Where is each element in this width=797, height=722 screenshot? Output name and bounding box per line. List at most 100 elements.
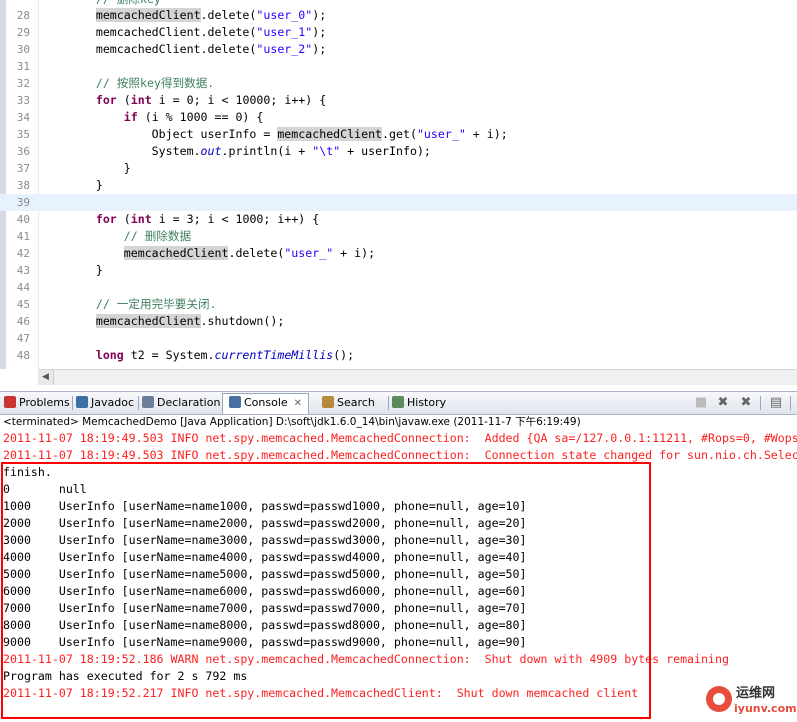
line-number: 29: [16, 26, 30, 39]
watermark-logo-icon: [706, 686, 732, 712]
line-number: 47: [16, 332, 30, 345]
console-log-line: 2011-11-07 18:19:49.503 INFO net.spy.mem…: [3, 448, 797, 462]
console-output-line: 8000 UserInfo [userName=name8000, passwd…: [3, 618, 527, 632]
toolbar-separator: [760, 396, 761, 410]
line-number: 41: [16, 230, 30, 243]
console-icon: [229, 396, 241, 408]
line-number: 32: [16, 77, 30, 90]
code-text: memcachedClient.delete("user_0");: [95, 8, 327, 22]
tab-separator: [388, 396, 389, 410]
tab-javadoc[interactable]: Javadoc: [76, 394, 134, 412]
code-text: }: [40, 161, 131, 175]
terminate-icon[interactable]: ■: [693, 395, 709, 411]
code-text: if (i % 1000 == 0) {: [123, 110, 264, 124]
console-output-line: 7000 UserInfo [userName=name7000, passwd…: [3, 601, 527, 615]
code-line[interactable]: 34 if (i % 1000 == 0) {: [0, 109, 797, 126]
code-line[interactable]: 37 }: [0, 160, 797, 177]
code-line[interactable]: 35 Object userInfo = memcachedClient.get…: [0, 126, 797, 143]
code-line[interactable]: 46 memcachedClient.shutdown();: [0, 313, 797, 330]
declaration-icon: [142, 396, 154, 408]
tab-search[interactable]: Search: [322, 394, 375, 412]
code-line[interactable]: 44: [0, 279, 797, 296]
code-line[interactable]: 38 }: [0, 177, 797, 194]
code-editor[interactable]: // 删除key28 memcachedClient.delete("user_…: [0, 0, 797, 369]
javadoc-icon: [76, 396, 88, 408]
code-line[interactable]: 42 memcachedClient.delete("user_" + i);: [0, 245, 797, 262]
views-tab-bar: Problems Javadoc Declaration Console ✕ Search…: [0, 391, 797, 415]
tab-separator: [138, 396, 139, 410]
line-number: 39: [16, 196, 30, 209]
search-icon: [322, 396, 334, 408]
tab-history[interactable]: History: [392, 394, 446, 412]
console-output-line: 6000 UserInfo [userName=name6000, passwd…: [3, 584, 527, 598]
console-launch-label: <terminated> MemcachedDemo [Java Applica…: [3, 416, 581, 428]
code-line[interactable]: 32 // 按照key得到数据.: [0, 75, 797, 92]
code-text: System.out.println(i + "\t" + userInfo);: [40, 144, 431, 158]
code-line[interactable]: 29 memcachedClient.delete("user_1");: [0, 24, 797, 41]
tab-problems[interactable]: Problems: [4, 394, 70, 412]
code-line[interactable]: 36 System.out.println(i + "\t" + userInf…: [0, 143, 797, 160]
code-line[interactable]: 33 for (int i = 0; i < 10000; i++) {: [0, 92, 797, 109]
console-output-line: 1000 UserInfo [userName=name1000, passwd…: [3, 499, 527, 513]
scroll-left-button[interactable]: ◀: [38, 370, 54, 385]
console-output-line: Program has executed for 2 s 792 ms: [3, 669, 248, 683]
tab-label: Javadoc: [91, 396, 134, 409]
horizontal-scrollbar[interactable]: ◀: [38, 369, 797, 385]
line-number: 48: [16, 349, 30, 362]
console-log-line: 2011-11-07 18:19:52.217 INFO net.spy.mem…: [3, 686, 639, 700]
console-output-line: 3000 UserInfo [userName=name3000, passwd…: [3, 533, 527, 547]
line-number: 31: [16, 60, 30, 73]
code-text: // 删除数据: [123, 229, 192, 243]
code-text: memcachedClient.delete("user_" + i);: [123, 246, 376, 260]
problems-icon: [4, 396, 16, 408]
code-line[interactable]: 30 memcachedClient.delete("user_2");: [0, 41, 797, 58]
code-line[interactable]: 39: [0, 194, 797, 211]
line-number: 35: [16, 128, 30, 141]
code-text: }: [40, 263, 103, 277]
line-number: 28: [16, 9, 30, 22]
line-number: 34: [16, 111, 30, 124]
code-line[interactable]: 28 memcachedClient.delete("user_0");: [0, 7, 797, 24]
remove-all-launches-icon[interactable]: ✖: [738, 395, 754, 411]
console-log-line: 2011-11-07 18:19:49.503 INFO net.spy.mem…: [3, 431, 797, 445]
code-text: long t2 = System.currentTimeMillis();: [95, 348, 355, 362]
line-number: 38: [16, 179, 30, 192]
code-line[interactable]: 41 // 删除数据: [0, 228, 797, 245]
code-line[interactable]: 43 }: [0, 262, 797, 279]
close-icon[interactable]: ✕: [294, 398, 302, 409]
watermark-url: iyunv.com: [734, 702, 797, 715]
clear-console-icon[interactable]: ▤: [768, 395, 784, 411]
line-number: 46: [16, 315, 30, 328]
line-number: 30: [16, 43, 30, 56]
console-output-line: 5000 UserInfo [userName=name5000, passwd…: [3, 567, 527, 581]
code-line[interactable]: 45 // 一定用完毕要关闭.: [0, 296, 797, 313]
line-number: 43: [16, 264, 30, 277]
tab-label: Declaration: [157, 396, 221, 409]
code-line[interactable]: 47: [0, 330, 797, 347]
console-output[interactable]: 2011-11-07 18:19:49.503 INFO net.spy.mem…: [0, 430, 797, 722]
history-icon: [392, 396, 404, 408]
line-number: 37: [16, 162, 30, 175]
code-line[interactable]: 48 long t2 = System.currentTimeMillis();: [0, 347, 797, 364]
code-text: memcachedClient.shutdown();: [95, 314, 285, 328]
code-text: // 一定用完毕要关闭.: [95, 297, 217, 311]
code-text: Object userInfo = memcachedClient.get("u…: [40, 127, 508, 141]
line-number: 33: [16, 94, 30, 107]
tab-console[interactable]: Console ✕: [222, 393, 310, 414]
remove-launch-icon[interactable]: ✖: [715, 395, 731, 411]
tab-declaration[interactable]: Declaration: [142, 394, 220, 412]
code-text: memcachedClient.delete("user_2");: [40, 42, 327, 56]
console-output-line: 9000 UserInfo [userName=name9000, passwd…: [3, 635, 527, 649]
code-line[interactable]: 31: [0, 58, 797, 75]
code-text: for (int i = 3; i < 1000; i++) {: [95, 212, 320, 226]
tab-label: Search: [337, 396, 375, 409]
code-line[interactable]: 40 for (int i = 3; i < 1000; i++) {: [0, 211, 797, 228]
watermark: 运维网 iyunv.com: [706, 680, 797, 720]
tab-label: Problems: [19, 396, 70, 409]
watermark-name: 运维网: [736, 686, 776, 701]
code-text: }: [40, 178, 103, 192]
line-number: 40: [16, 213, 30, 226]
code-text: // 按照key得到数据.: [95, 76, 215, 90]
console-output-line: 2000 UserInfo [userName=name2000, passwd…: [3, 516, 527, 530]
code-text: memcachedClient.delete("user_1");: [40, 25, 327, 39]
